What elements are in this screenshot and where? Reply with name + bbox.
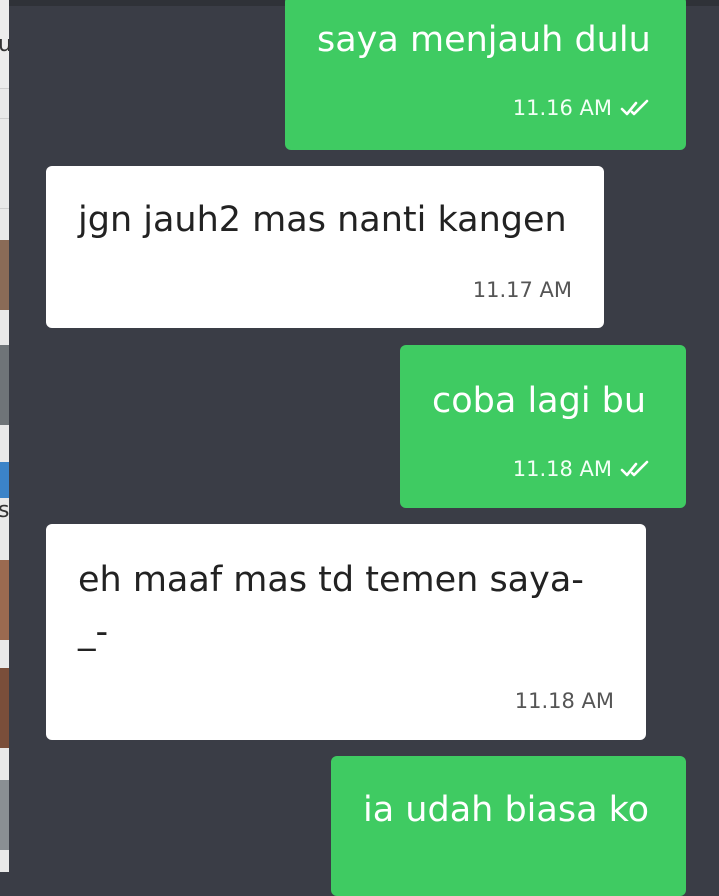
avatar[interactable] <box>0 560 9 640</box>
conversation-list-edge: u s <box>0 0 9 872</box>
list-fragment-text: u <box>0 32 9 57</box>
message-meta: 11.17 AM <box>473 278 572 302</box>
message-meta: 11.18 AM <box>513 457 654 481</box>
outgoing-message[interactable]: ia udah biasa ko <box>331 756 686 896</box>
chat-thread[interactable]: saya menjauh dulu 11.16 AM jgn jauh2 mas… <box>9 0 719 896</box>
list-divider <box>0 118 9 119</box>
message-text: saya menjauh dulu <box>317 20 651 60</box>
message-text: ia udah biasa ko <box>363 790 650 830</box>
message-time: 11.17 AM <box>472 278 572 302</box>
outgoing-message[interactable]: saya menjauh dulu 11.16 AM <box>285 0 686 150</box>
double-check-icon <box>620 99 649 116</box>
message-text: eh maaf mas td temen saya- _- <box>78 560 584 652</box>
outgoing-message[interactable]: coba lagi bu 11.18 AM <box>400 345 686 508</box>
incoming-message[interactable]: jgn jauh2 mas nanti kangen 11.17 AM <box>46 166 604 328</box>
message-time: 11.18 AM <box>514 689 614 713</box>
double-check-icon <box>620 460 649 477</box>
message-time: 11.18 AM <box>512 457 612 481</box>
message-meta: 11.18 AM <box>515 689 614 713</box>
list-divider <box>0 88 9 89</box>
avatar[interactable] <box>0 345 9 425</box>
avatar[interactable] <box>0 780 9 850</box>
avatar[interactable] <box>0 240 9 310</box>
incoming-message[interactable]: eh maaf mas td temen saya- _- 11.18 AM <box>46 524 646 740</box>
message-meta: 11.16 AM <box>513 96 654 120</box>
message-text: coba lagi bu <box>432 381 647 421</box>
list-divider <box>0 208 9 209</box>
message-text: jgn jauh2 mas nanti kangen <box>78 200 567 240</box>
avatar[interactable] <box>0 668 9 748</box>
list-fragment-text: s <box>0 498 9 523</box>
message-time: 11.16 AM <box>512 96 612 120</box>
avatar[interactable] <box>0 462 9 498</box>
